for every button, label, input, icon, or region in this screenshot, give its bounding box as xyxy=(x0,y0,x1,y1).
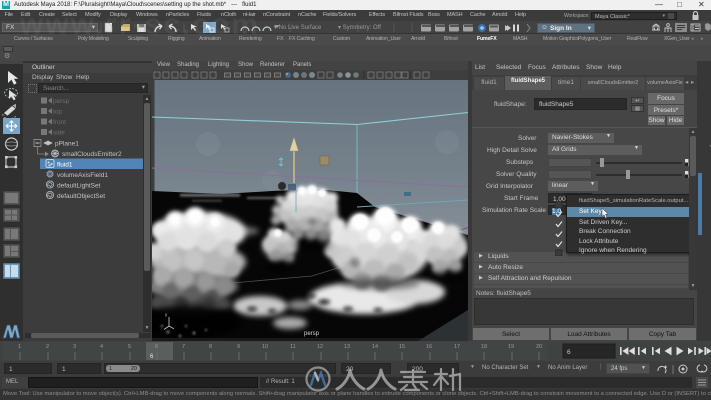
svg-text:5: 5 xyxy=(128,344,131,350)
svg-text:6: 6 xyxy=(155,344,158,350)
svg-text:smallCloudsEmitter2: smallCloudsEmitter2 xyxy=(62,151,122,158)
svg-text:7: 7 xyxy=(182,344,185,350)
svg-text:persp: persp xyxy=(304,331,320,337)
svg-text:13: 13 xyxy=(344,344,350,350)
svg-text:9: 9 xyxy=(237,344,240,350)
svg-text:front: front xyxy=(53,119,66,126)
svg-text:top: top xyxy=(53,109,62,116)
svg-text:19: 19 xyxy=(508,344,514,350)
svg-text:17: 17 xyxy=(454,344,460,350)
svg-text:defaultObjectSet: defaultObjectSet xyxy=(57,193,105,200)
svg-text:defaultLightSet: defaultLightSet xyxy=(57,183,101,190)
svg-text:11: 11 xyxy=(290,344,296,350)
svg-text:18: 18 xyxy=(481,344,487,350)
svg-text:1: 1 xyxy=(18,344,21,350)
svg-text:3: 3 xyxy=(73,344,76,350)
svg-text:8: 8 xyxy=(209,344,212,350)
svg-text:side: side xyxy=(53,130,65,137)
svg-text:10: 10 xyxy=(262,344,268,350)
svg-text:persp: persp xyxy=(53,98,70,105)
svg-text:pPlane1: pPlane1 xyxy=(55,141,79,148)
svg-text:15: 15 xyxy=(399,344,405,350)
svg-text:4: 4 xyxy=(100,344,103,350)
svg-text:12: 12 xyxy=(317,344,323,350)
svg-text:16: 16 xyxy=(426,344,432,350)
svg-text:6: 6 xyxy=(567,349,571,356)
svg-text:14: 14 xyxy=(372,344,378,350)
svg-text:volumeAxisField1: volumeAxisField1 xyxy=(57,172,108,179)
svg-text:2: 2 xyxy=(46,344,49,350)
svg-text:20: 20 xyxy=(536,344,542,350)
svg-text:fluid1: fluid1 xyxy=(57,162,73,169)
